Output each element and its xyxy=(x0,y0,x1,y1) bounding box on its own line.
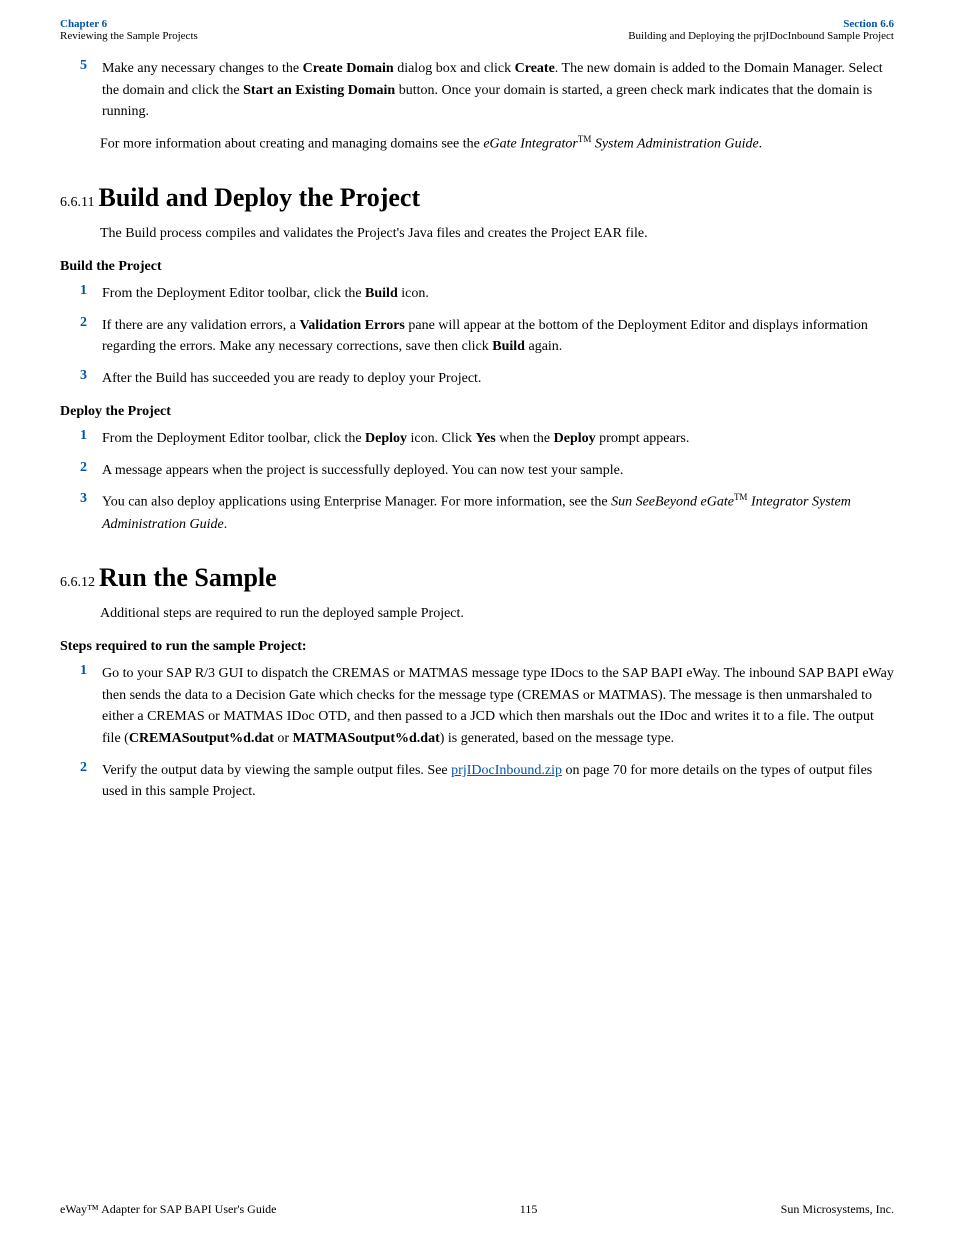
deploy-step-2: 2 A message appears when the project is … xyxy=(60,460,894,482)
header-section: Section 6.6 xyxy=(628,18,894,30)
section-6-6-12-desc: Additional steps are required to run the… xyxy=(60,603,894,625)
section-number: 6.6.12 xyxy=(60,575,95,591)
deploy-step-3: 3 You can also deploy applications using… xyxy=(60,491,894,535)
steps-required-heading: Steps required to run the sample Project… xyxy=(60,639,894,655)
info-paragraph: For more information about creating and … xyxy=(60,133,894,155)
run-step-2: 2 Verify the output data by viewing the … xyxy=(60,760,894,803)
step-text: Make any necessary changes to the Create… xyxy=(102,58,894,123)
step-number: 1 xyxy=(80,283,102,305)
step-number: 3 xyxy=(80,368,102,390)
section-6-6-12-heading: 6.6.12 Run the Sample xyxy=(60,563,894,593)
intro-step-5: 5 Make any necessary changes to the Crea… xyxy=(60,58,894,123)
step-number: 2 xyxy=(80,460,102,482)
step-text: From the Deployment Editor toolbar, clic… xyxy=(102,283,894,305)
step-text: From the Deployment Editor toolbar, clic… xyxy=(102,428,894,450)
section-6-6-11-heading: 6.6.11 Build and Deploy the Project xyxy=(60,183,894,213)
build-step-2: 2 If there are any validation errors, a … xyxy=(60,315,894,358)
section-number: 6.6.11 xyxy=(60,195,94,211)
footer-right: Sun Microsystems, Inc. xyxy=(781,1202,894,1217)
header-subtitle: Reviewing the Sample Projects xyxy=(60,30,198,42)
step-number: 2 xyxy=(80,315,102,358)
step-text: If there are any validation errors, a Va… xyxy=(102,315,894,358)
prjidocinbound-link[interactable]: prjIDocInbound.zip xyxy=(451,763,562,778)
run-step-1: 1 Go to your SAP R/3 GUI to dispatch the… xyxy=(60,663,894,750)
step-text: After the Build has succeeded you are re… xyxy=(102,368,894,390)
step-text: You can also deploy applications using E… xyxy=(102,491,894,535)
section-title: Run the Sample xyxy=(99,563,277,593)
page: Chapter 6 Reviewing the Sample Projects … xyxy=(0,0,954,1235)
page-header: Chapter 6 Reviewing the Sample Projects … xyxy=(0,0,954,48)
header-left: Chapter 6 Reviewing the Sample Projects xyxy=(60,18,198,42)
subsection-deploy-title: Deploy the Project xyxy=(60,404,894,420)
step-number: 3 xyxy=(80,491,102,535)
page-footer: eWay™ Adapter for SAP BAPI User's Guide … xyxy=(60,1202,894,1217)
subsection-build-title: Build the Project xyxy=(60,259,894,275)
deploy-step-1: 1 From the Deployment Editor toolbar, cl… xyxy=(60,428,894,450)
build-step-3: 3 After the Build has succeeded you are … xyxy=(60,368,894,390)
step-text: A message appears when the project is su… xyxy=(102,460,894,482)
header-chapter: Chapter 6 xyxy=(60,18,198,30)
footer-page-number: 115 xyxy=(520,1202,538,1217)
step-text: Verify the output data by viewing the sa… xyxy=(102,760,894,803)
header-section-desc: Building and Deploying the prjIDocInboun… xyxy=(628,30,894,42)
section-title: Build and Deploy the Project xyxy=(98,183,420,213)
build-step-1: 1 From the Deployment Editor toolbar, cl… xyxy=(60,283,894,305)
step-number: 1 xyxy=(80,428,102,450)
step-number: 2 xyxy=(80,760,102,803)
section-6-6-11-desc: The Build process compiles and validates… xyxy=(60,223,894,245)
main-content: 5 Make any necessary changes to the Crea… xyxy=(0,48,954,853)
step-text: Go to your SAP R/3 GUI to dispatch the C… xyxy=(102,663,894,750)
step-number: 1 xyxy=(80,663,102,750)
step-number: 5 xyxy=(80,58,102,123)
footer-left: eWay™ Adapter for SAP BAPI User's Guide xyxy=(60,1202,276,1217)
header-right: Section 6.6 Building and Deploying the p… xyxy=(628,18,894,42)
